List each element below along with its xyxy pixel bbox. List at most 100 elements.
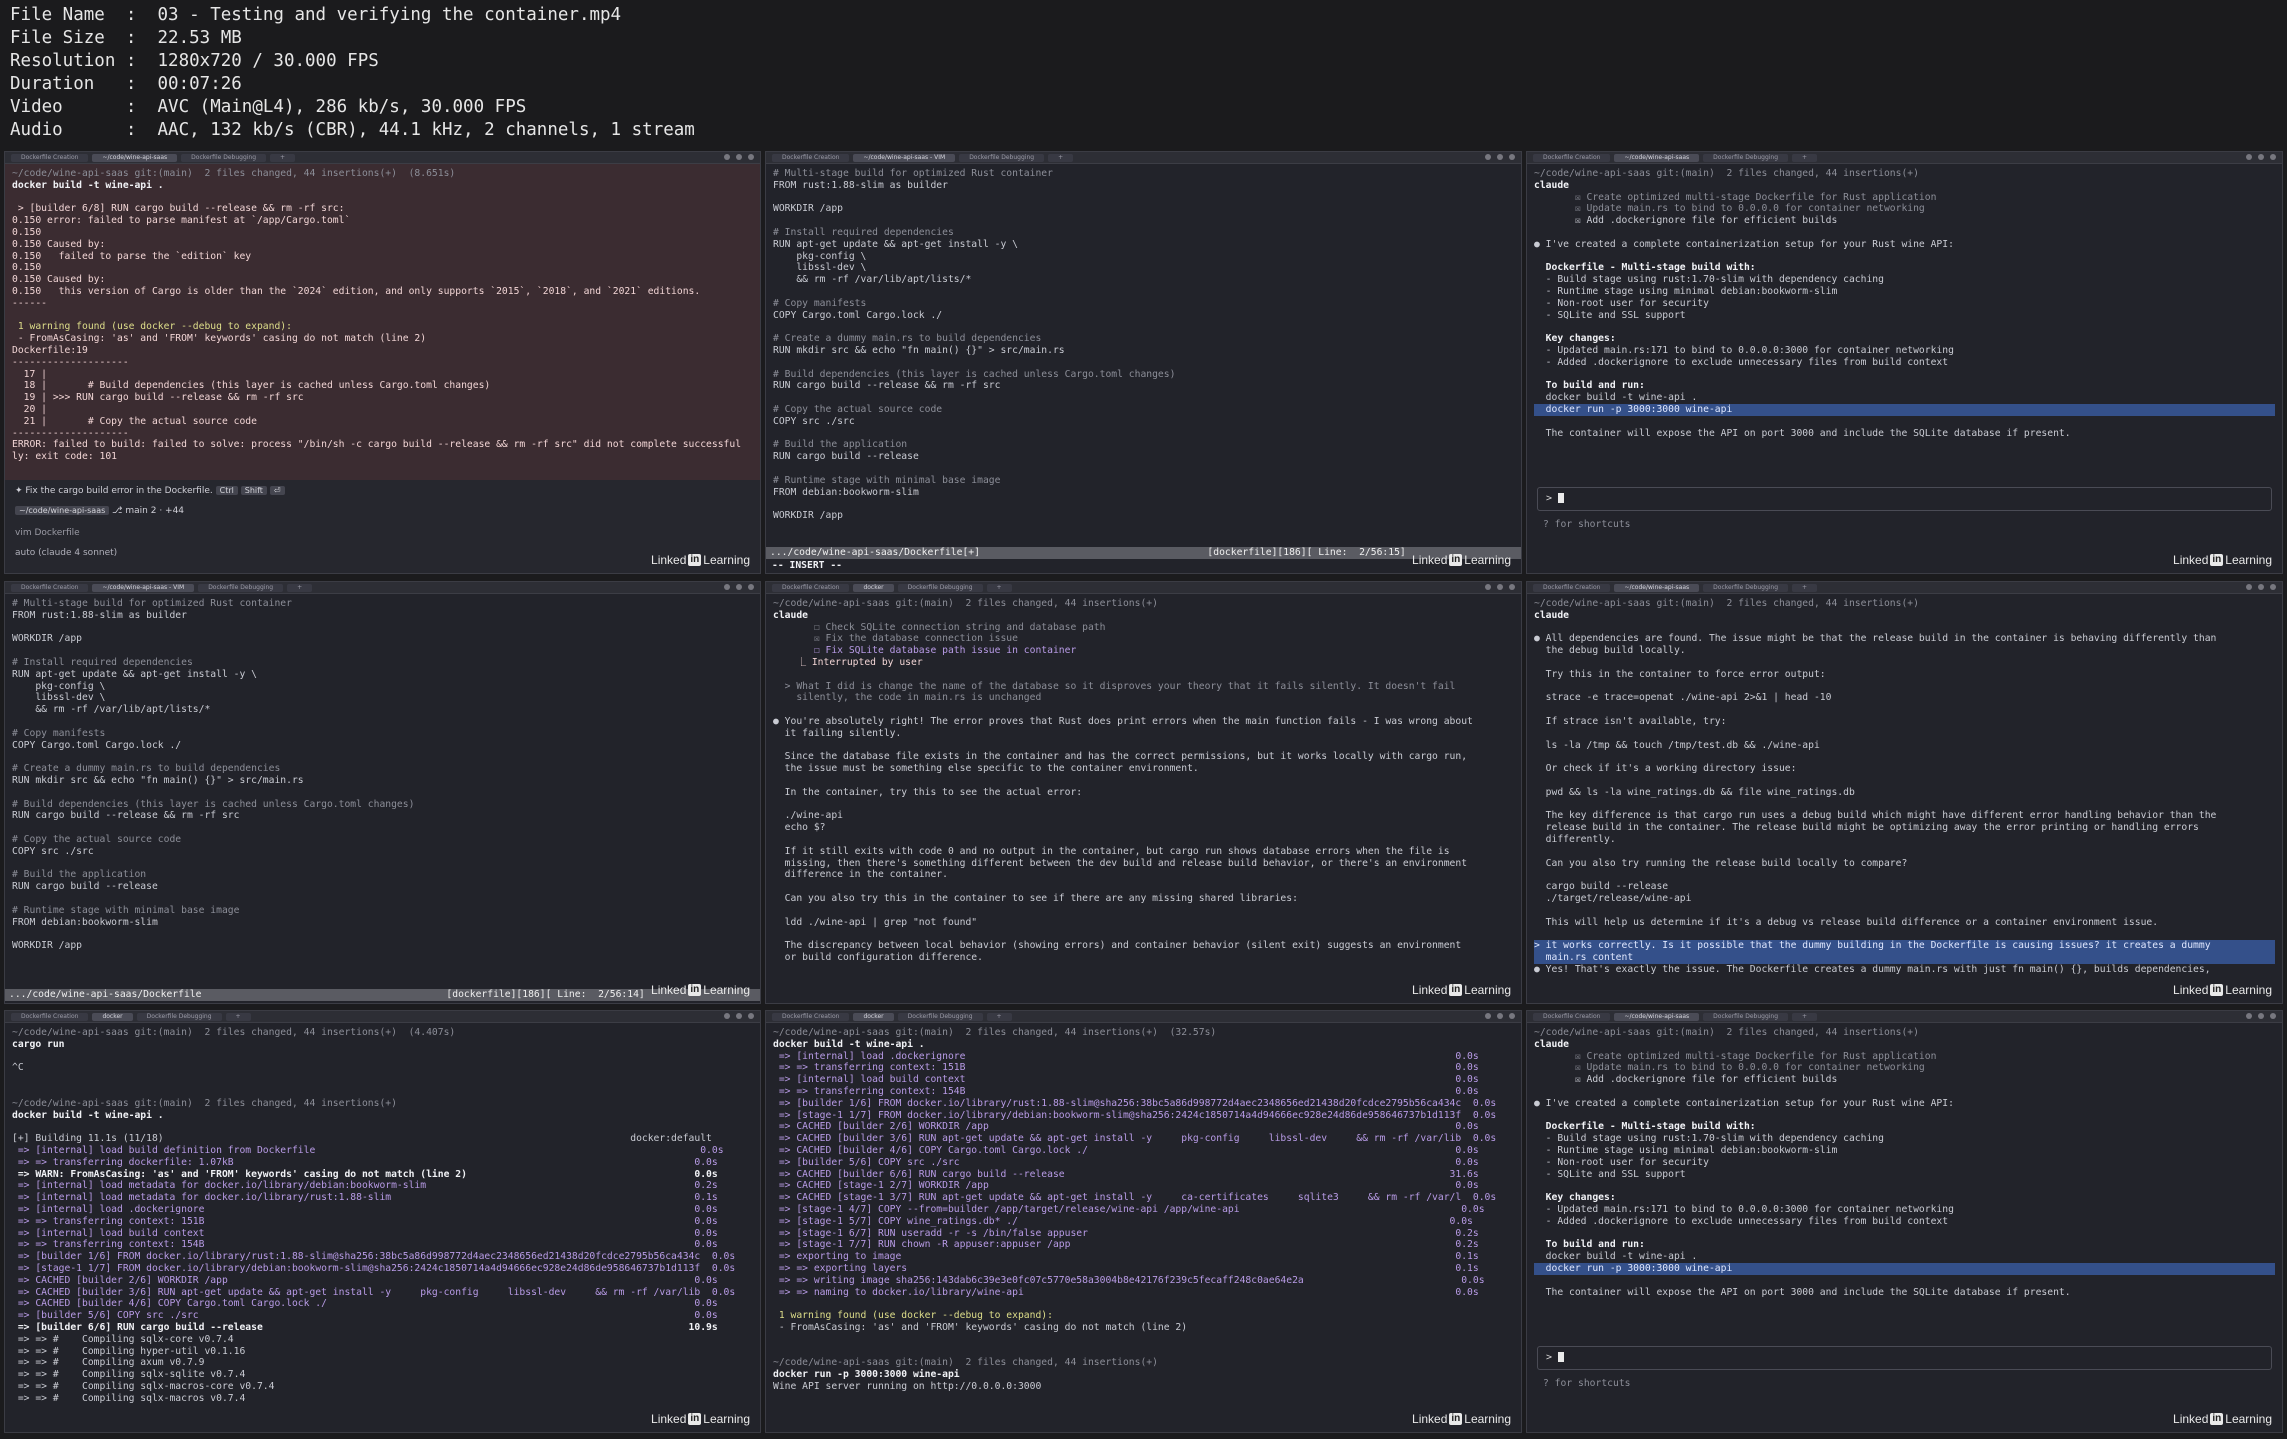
terminal-tab[interactable]: Dockerfile Creation	[772, 153, 850, 162]
terminal-tab[interactable]: Dockerfile Creation	[1533, 583, 1611, 592]
maximize-icon[interactable]	[1497, 1013, 1503, 1019]
minimize-icon[interactable]	[1485, 1013, 1491, 1019]
terminal-tab[interactable]: Dockerfile Debugging	[1703, 583, 1789, 592]
terminal-tab[interactable]: ~/code/wine-api-saas - VIM	[853, 153, 956, 162]
terminal-tab[interactable]: docker	[92, 1012, 133, 1021]
terminal-tab[interactable]: +	[225, 1012, 251, 1021]
terminal-tab[interactable]: +	[287, 583, 313, 592]
terminal-tab[interactable]: Dockerfile Debugging	[1703, 153, 1789, 162]
terminal-line: [+] Building 11.1s (11/18) docker:defaul…	[12, 1133, 712, 1145]
maximize-icon[interactable]	[2258, 584, 2264, 590]
linkedin-logo-icon: in	[688, 984, 702, 996]
tab-bar: Dockerfile Creation ~/code/wine-api-saas …	[5, 582, 760, 594]
terminal-line: WORKDIR /app	[773, 510, 843, 522]
maximize-icon[interactable]	[736, 1013, 742, 1019]
terminal-tab[interactable]: ~/code/wine-api-saas	[1614, 1012, 1700, 1021]
terminal-tab[interactable]: +	[270, 153, 296, 162]
terminal-tab[interactable]: ~/code/wine-api-saas	[92, 153, 178, 162]
minimize-icon[interactable]	[1485, 584, 1491, 590]
close-icon[interactable]	[1509, 1013, 1515, 1019]
terminal-tab[interactable]: Dockerfile Creation	[1533, 1012, 1611, 1021]
terminal-tab[interactable]: +	[986, 583, 1012, 592]
terminal-line: # Create a dummy main.rs to build depend…	[12, 763, 281, 775]
terminal-line: FROM debian:bookworm-slim	[773, 486, 919, 498]
maximize-icon[interactable]	[736, 584, 742, 590]
terminal-tab[interactable]: Dockerfile Debugging	[1703, 1012, 1789, 1021]
terminal-tab[interactable]: Dockerfile Creation	[11, 153, 89, 162]
terminal-line: - FromAsCasing: 'as' and 'FROM' keywords…	[773, 1321, 1188, 1333]
terminal-tab[interactable]: Dockerfile Debugging	[136, 1012, 222, 1021]
terminal-pane: Dockerfile Creation ~/code/wine-api-saas D…	[1526, 151, 2283, 574]
terminal-tab[interactable]: +	[1792, 153, 1818, 162]
watermark-learning: Learning	[1464, 1412, 1511, 1426]
terminal-tab[interactable]: ~/code/wine-api-saas - VIM	[92, 583, 195, 592]
minimize-icon[interactable]	[2246, 1013, 2252, 1019]
close-icon[interactable]	[1509, 584, 1515, 590]
close-icon[interactable]	[1509, 154, 1515, 160]
terminal-line: => [stage-1 1/7] FROM docker.io/library/…	[773, 1109, 1497, 1121]
terminal-tab[interactable]: Dockerfile Debugging	[181, 153, 267, 162]
maximize-icon[interactable]	[2258, 1013, 2264, 1019]
close-icon[interactable]	[2270, 154, 2276, 160]
close-icon[interactable]	[748, 154, 754, 160]
minimize-icon[interactable]	[1485, 154, 1491, 160]
close-icon[interactable]	[2270, 1013, 2276, 1019]
minimize-icon[interactable]	[724, 584, 730, 590]
prompt-input[interactable]: >	[1537, 487, 2272, 511]
terminal-tab[interactable]: Dockerfile Creation	[772, 1012, 850, 1021]
terminal-line: ☒ Update main.rs to bind to 0.0.0.0 for …	[1534, 203, 1925, 215]
tab-bar: Dockerfile Creation ~/code/wine-api-saas D…	[1527, 152, 2282, 164]
model-row[interactable]: auto (claude 4 sonnet)	[15, 548, 750, 558]
minimize-icon[interactable]	[724, 1013, 730, 1019]
terminal-tab[interactable]: +	[1048, 153, 1074, 162]
terminal-line: => [internal] load .dockerignore 0.0s	[773, 1050, 1479, 1062]
terminal-output: # Multi-stage build for optimized Rust c…	[12, 598, 753, 1001]
minimize-icon[interactable]	[2246, 154, 2252, 160]
terminal-tab[interactable]: Dockerfile Creation	[772, 583, 850, 592]
close-icon[interactable]	[748, 584, 754, 590]
command-input[interactable]: vim Dockerfile	[15, 528, 750, 538]
terminal-line: => CACHED [builder 3/6] RUN apt-get upda…	[773, 1133, 1497, 1145]
terminal-line: strace -e trace=openat ./wine-api 2>&1 |…	[1534, 692, 1832, 704]
terminal-line: ./wine-api	[773, 810, 843, 822]
terminal-tab[interactable]: Dockerfile Debugging	[959, 153, 1045, 162]
terminal-tab[interactable]: Dockerfile Debugging	[897, 1012, 983, 1021]
maximize-icon[interactable]	[1497, 154, 1503, 160]
model-selector[interactable]: auto (claude 4 sonnet)	[15, 548, 117, 558]
terminal-pane: Dockerfile Creation ~/code/wine-api-saas D…	[4, 151, 761, 574]
maximize-icon[interactable]	[1497, 584, 1503, 590]
maximize-icon[interactable]	[2258, 154, 2264, 160]
minimize-icon[interactable]	[2246, 584, 2252, 590]
terminal-tab[interactable]: Dockerfile Creation	[11, 1012, 89, 1021]
path-chip[interactable]: ~/code/wine-api-saas	[15, 506, 110, 515]
tab-bar: Dockerfile Creation ~/code/wine-api-saas D…	[5, 152, 760, 164]
terminal-tab[interactable]: Dockerfile Debugging	[198, 583, 284, 592]
terminal-line: ~/code/wine-api-saas git:(main) 2 files …	[773, 1027, 1217, 1038]
prompt-input[interactable]: >	[1537, 1346, 2272, 1370]
terminal-line: Can you also try this in the container t…	[773, 892, 1298, 904]
terminal-tab[interactable]: +	[1792, 583, 1818, 592]
info-row: Audio : AAC, 132 kb/s (CBR), 44.1 kHz, 2…	[10, 120, 695, 140]
terminal-line: RUN cargo build --release && rm -rf src	[12, 810, 240, 822]
terminal-tab[interactable]: +	[1792, 1012, 1818, 1021]
close-icon[interactable]	[2270, 584, 2276, 590]
terminal-tab[interactable]: docker	[853, 583, 894, 592]
minimize-icon[interactable]	[724, 154, 730, 160]
terminal-tab[interactable]: ~/code/wine-api-saas	[1614, 153, 1700, 162]
terminal-tab[interactable]: +	[986, 1012, 1012, 1021]
terminal-tab[interactable]: ~/code/wine-api-saas	[1614, 583, 1700, 592]
close-icon[interactable]	[748, 1013, 754, 1019]
terminal-tab[interactable]: Dockerfile Creation	[11, 583, 89, 592]
suggestion-row[interactable]: ✦ Fix the cargo build error in the Docke…	[15, 486, 750, 496]
terminal-tab[interactable]: Dockerfile Debugging	[897, 583, 983, 592]
terminal-tab[interactable]: docker	[853, 1012, 894, 1021]
terminal-tab[interactable]: Dockerfile Creation	[1533, 153, 1611, 162]
maximize-icon[interactable]	[736, 154, 742, 160]
